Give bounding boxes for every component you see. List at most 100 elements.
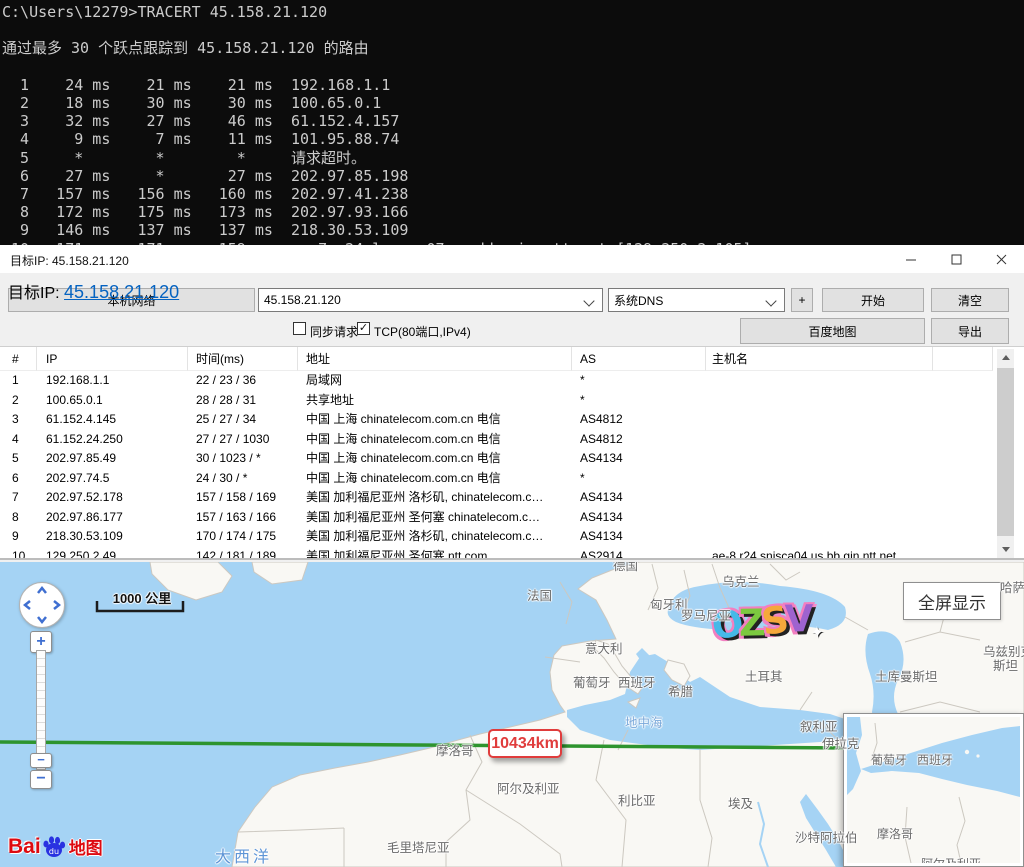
header-filler <box>933 347 993 371</box>
cell-ip: 61.152.4.145 <box>37 410 188 430</box>
cell-n: 4 <box>0 430 37 450</box>
tcp-checkbox[interactable]: ✓ <box>357 322 370 335</box>
cell-addr: 美国 加利福尼亚州 洛杉矶, chinatelecom.c… <box>298 527 572 547</box>
start-button[interactable]: 开始 <box>822 288 924 312</box>
cell-n: 2 <box>0 391 37 411</box>
terminal-output: C:\Users\12279>TRACERT 45.158.21.120 通过最… <box>0 0 1024 245</box>
close-icon <box>996 254 1007 265</box>
pan-down-icon[interactable] <box>38 617 46 622</box>
baidu-maps-logo[interactable]: Bai du 地图 <box>8 834 103 859</box>
add-target-button[interactable]: + <box>791 288 813 312</box>
map-label: 沙特阿拉伯 <box>795 827 858 846</box>
export-button[interactable]: 导出 <box>931 318 1009 344</box>
table-row[interactable]: 2100.65.0.128 / 28 / 31共享地址* <box>0 391 993 411</box>
chevron-down-icon[interactable] <box>583 295 594 306</box>
inset-label: 摩洛哥 <box>877 825 913 842</box>
map-label: 摩洛哥 <box>436 740 474 759</box>
cell-ip: 61.152.24.250 <box>37 430 188 450</box>
terminal-line: 通过最多 30 个跃点跟踪到 45.158.21.120 的路由 <box>2 39 1024 57</box>
target-ip-combobox[interactable]: 45.158.21.120 <box>258 288 603 312</box>
cell-n: 6 <box>0 469 37 489</box>
vertical-scrollbar[interactable] <box>997 349 1014 558</box>
minimize-button[interactable] <box>889 245 934 273</box>
terminal-line: 7 157 ms 156 ms 160 ms 202.97.41.238 <box>2 185 1024 203</box>
cell-filler <box>933 547 993 559</box>
fullscreen-button[interactable]: 全屏显示 <box>903 582 1001 620</box>
table-row[interactable]: 6202.97.74.524 / 30 / *中国 上海 chinateleco… <box>0 469 993 489</box>
clear-button[interactable]: 清空 <box>931 288 1009 312</box>
cell-host: ae-8.r24.snjsca04.us.bb.gin.ntt.net <box>706 547 933 559</box>
map-label: 利比亚 <box>618 790 656 809</box>
cell-addr: 中国 上海 chinatelecom.com.cn 电信 <box>298 410 572 430</box>
target-ip-link[interactable]: 45.158.21.120 <box>64 282 179 302</box>
target-ip-value: 45.158.21.120 <box>264 293 341 307</box>
terminal-line: C:\Users\12279>TRACERT 45.158.21.120 <box>2 3 1024 21</box>
minimize-icon <box>906 254 917 265</box>
terminal-line: 6 27 ms * 27 ms 202.97.85.198 <box>2 167 1024 185</box>
table-row[interactable]: 1192.168.1.122 / 23 / 36局域网* <box>0 371 993 391</box>
table-row[interactable]: 461.152.24.25027 / 27 / 1030中国 上海 chinat… <box>0 430 993 450</box>
cell-host <box>706 469 933 489</box>
scroll-up-button[interactable] <box>997 349 1014 366</box>
table-row[interactable]: 10129.250.2.49142 / 181 / 189美国 加利福尼亚州 圣… <box>0 547 993 559</box>
pan-right-icon[interactable] <box>54 601 59 609</box>
inset-minimap[interactable]: 葡萄牙西班牙摩洛哥阿尔及利亚 <box>843 713 1024 867</box>
dns-value: 系统DNS <box>614 292 663 309</box>
map-label: 西班牙 <box>618 672 656 691</box>
maximize-button[interactable] <box>934 245 979 273</box>
header-as[interactable]: AS <box>572 347 706 371</box>
table-row[interactable]: 9218.30.53.109170 / 174 / 175美国 加利福尼亚州 洛… <box>0 527 993 547</box>
cell-host <box>706 410 933 430</box>
toolbar: 本机网络 45.158.21.120 系统DNS + 开始 清空 目标IP: 4… <box>0 273 1024 346</box>
terminal-window[interactable]: C:\Users\12279>TRACERT 45.158.21.120 通过最… <box>0 0 1024 245</box>
pan-left-icon[interactable] <box>25 601 30 609</box>
baidu-map-button[interactable]: 百度地图 <box>740 318 925 344</box>
scroll-down-button[interactable] <box>997 541 1014 558</box>
baidu-logo-text: Bai <box>8 835 41 859</box>
table-row[interactable]: 8202.97.86.177157 / 163 / 166美国 加利福尼亚州 圣… <box>0 508 993 528</box>
map-label: 法国 <box>527 585 552 604</box>
sync-request-checkbox[interactable] <box>293 322 306 335</box>
table-row[interactable]: 361.152.4.14525 / 27 / 34中国 上海 chinatele… <box>0 410 993 430</box>
header-hostname[interactable]: 主机名 <box>706 347 933 371</box>
map-label: 罗马尼亚 <box>681 605 731 624</box>
header-time[interactable]: 时间(ms) <box>188 347 298 371</box>
cell-filler <box>933 527 993 547</box>
pan-up-icon[interactable] <box>38 588 46 593</box>
chevron-down-icon[interactable] <box>765 295 776 306</box>
scrollbar-thumb[interactable] <box>997 368 1014 536</box>
map-label: 毛里塔尼亚 <box>387 837 450 856</box>
map-label: 阿尔及利亚 <box>497 778 560 797</box>
cell-ip: 129.250.2.49 <box>37 547 188 559</box>
header-ip[interactable]: IP <box>37 347 188 371</box>
cell-host <box>706 430 933 450</box>
close-button[interactable] <box>979 245 1024 273</box>
table-row[interactable]: 5202.97.85.4930 / 1023 / *中国 上海 chinatel… <box>0 449 993 469</box>
cell-as: AS4134 <box>572 527 706 547</box>
hop-table: # IP 时间(ms) 地址 AS 主机名 1192.168.1.122 / 2… <box>0 346 1024 560</box>
map-label: 乌克兰 <box>722 571 760 590</box>
app-titlebar[interactable]: 目标IP: 45.158.21.120 <box>0 245 1024 273</box>
cell-addr: 中国 上海 chinatelecom.com.cn 电信 <box>298 449 572 469</box>
dns-select[interactable]: 系统DNS <box>608 288 785 312</box>
zoom-slider-handle[interactable]: − <box>30 753 52 768</box>
zoom-out-button[interactable]: − <box>30 770 52 789</box>
cell-addr: 美国 加利福尼亚州 圣何塞 ntt.com <box>298 547 572 559</box>
svg-text:du: du <box>49 847 59 856</box>
cell-filler <box>933 469 993 489</box>
pan-control[interactable] <box>19 582 65 628</box>
map-label: 德国 <box>613 562 638 574</box>
cell-addr: 中国 上海 chinatelecom.com.cn 电信 <box>298 430 572 450</box>
map-label: 大西洋 <box>215 843 272 867</box>
cell-filler <box>933 391 993 411</box>
cell-ip: 192.168.1.1 <box>37 371 188 391</box>
table-row[interactable]: 7202.97.52.178157 / 158 / 169美国 加利福尼亚州 洛… <box>0 488 993 508</box>
terminal-line <box>2 21 1024 39</box>
cell-host <box>706 449 933 469</box>
terminal-line: 5 * * * 请求超时。 <box>2 149 1024 167</box>
map-panel: 10434km 全屏显示 + − − 1000 公里 OZSV✦ Bai <box>0 562 1024 867</box>
inset-label: 阿尔及利亚 <box>921 855 981 863</box>
cell-addr: 美国 加利福尼亚州 洛杉矶, chinatelecom.c… <box>298 488 572 508</box>
header-address[interactable]: 地址 <box>298 347 572 371</box>
header-index[interactable]: # <box>0 347 37 371</box>
